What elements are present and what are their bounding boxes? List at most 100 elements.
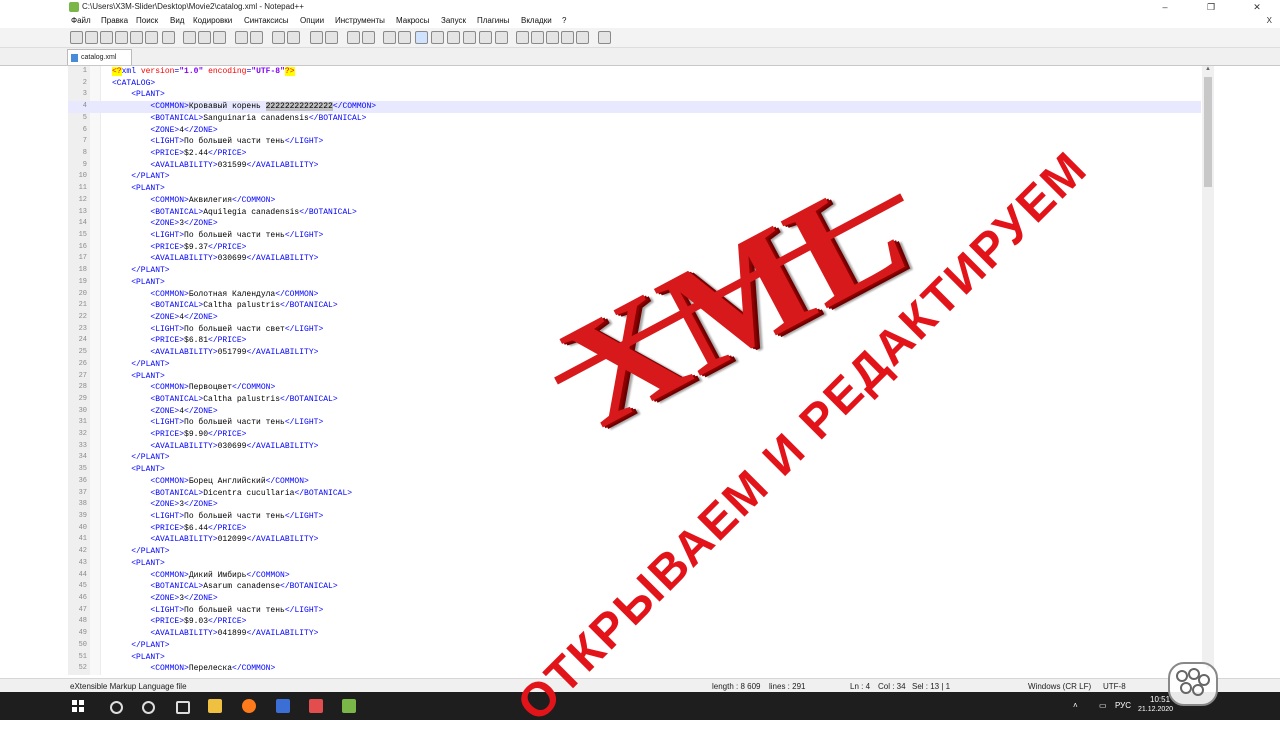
code-line[interactable]: 31 <LIGHT>По большей части тень</LIGHT>	[68, 417, 1201, 429]
menu-search[interactable]: Поиск	[136, 16, 158, 25]
copy-icon[interactable]	[198, 31, 211, 44]
menu-options[interactable]: Опции	[300, 16, 324, 25]
code-line[interactable]: 17 <AVAILABILITY>030699</AVAILABILITY>	[68, 253, 1201, 265]
indent-guide-icon[interactable]	[415, 31, 428, 44]
status-eol[interactable]: Windows (CR LF)	[1028, 682, 1091, 691]
menu-macros[interactable]: Макросы	[396, 16, 429, 25]
sync-horizontal-icon[interactable]	[362, 31, 375, 44]
code-line[interactable]: 48 <PRICE>$9.03</PRICE>	[68, 616, 1201, 628]
status-encoding[interactable]: UTF-8	[1103, 682, 1126, 691]
maximize-button[interactable]: ❐	[1188, 0, 1234, 14]
abc-spellcheck-icon[interactable]	[598, 31, 611, 44]
code-line[interactable]: 36 <COMMON>Борец Английский</COMMON>	[68, 476, 1201, 488]
search-icon[interactable]	[110, 701, 123, 714]
menu-tabs[interactable]: Вкладки	[521, 16, 552, 25]
open-file-icon[interactable]	[85, 31, 98, 44]
play-macro-icon[interactable]	[546, 31, 559, 44]
doc-map-icon[interactable]	[447, 31, 460, 44]
zoom-in-icon[interactable]	[310, 31, 323, 44]
code-line[interactable]: 4 <COMMON>Кровавый корень 22222222222222…	[68, 101, 1201, 113]
clock-time[interactable]: 10:51	[1150, 695, 1170, 704]
scrollbar-thumb[interactable]	[1204, 77, 1212, 187]
code-line[interactable]: 47 <LIGHT>По большей части тень</LIGHT>	[68, 605, 1201, 617]
code-line[interactable]: 12 <COMMON>Аквилегия</COMMON>	[68, 195, 1201, 207]
save-icon[interactable]	[100, 31, 113, 44]
code-line[interactable]: 25 <AVAILABILITY>051799</AVAILABILITY>	[68, 347, 1201, 359]
code-line[interactable]: 33 <AVAILABILITY>030699</AVAILABILITY>	[68, 441, 1201, 453]
code-line[interactable]: 7 <LIGHT>По большей части тень</LIGHT>	[68, 136, 1201, 148]
menu-plugins[interactable]: Плагины	[477, 16, 509, 25]
code-line[interactable]: 6 <ZONE>4</ZONE>	[68, 125, 1201, 137]
menu-help[interactable]: ?	[562, 16, 566, 25]
code-line[interactable]: 26 </PLANT>	[68, 359, 1201, 371]
undo-icon[interactable]	[235, 31, 248, 44]
code-line[interactable]: 38 <ZONE>3</ZONE>	[68, 499, 1201, 511]
firefox-icon[interactable]	[242, 699, 256, 713]
windows-start-icon[interactable]	[72, 700, 84, 712]
code-line[interactable]: 44 <COMMON>Дикий Имбирь</COMMON>	[68, 570, 1201, 582]
udl-icon[interactable]	[431, 31, 444, 44]
task-view-icon[interactable]	[176, 701, 190, 714]
code-line[interactable]: 15 <LIGHT>По большей части тень</LIGHT>	[68, 230, 1201, 242]
menu-file[interactable]: Файл	[71, 16, 91, 25]
menu-tools[interactable]: Инструменты	[335, 16, 385, 25]
close-all-icon[interactable]	[145, 31, 158, 44]
tray-network-icon[interactable]: ▭	[1099, 701, 1107, 710]
recorder-app-icon[interactable]	[309, 699, 323, 713]
close-document-button[interactable]: X	[1267, 16, 1272, 25]
code-line[interactable]: 50 </PLANT>	[68, 640, 1201, 652]
code-line[interactable]: 43 <PLANT>	[68, 558, 1201, 570]
cortana-icon[interactable]	[142, 701, 155, 714]
code-line[interactable]: 23 <LIGHT>По большей части свет</LIGHT>	[68, 324, 1201, 336]
code-line[interactable]: 18 </PLANT>	[68, 265, 1201, 277]
menu-encoding[interactable]: Кодировки	[193, 16, 232, 25]
code-line[interactable]: 22 <ZONE>4</ZONE>	[68, 312, 1201, 324]
code-line[interactable]: 5 <BOTANICAL>Sanguinaria canadensis</BOT…	[68, 113, 1201, 125]
code-line[interactable]: 27 <PLANT>	[68, 371, 1201, 383]
code-line[interactable]: 45 <BOTANICAL>Asarum canadense</BOTANICA…	[68, 581, 1201, 593]
code-line[interactable]: 8 <PRICE>$2.44</PRICE>	[68, 148, 1201, 160]
code-line[interactable]: 2 <CATALOG>	[68, 78, 1201, 90]
sync-vertical-icon[interactable]	[347, 31, 360, 44]
zoom-out-icon[interactable]	[325, 31, 338, 44]
save-all-icon[interactable]	[115, 31, 128, 44]
code-line[interactable]: 40 <PRICE>$6.44</PRICE>	[68, 523, 1201, 535]
paste-icon[interactable]	[213, 31, 226, 44]
code-line[interactable]: 41 <AVAILABILITY>012099</AVAILABILITY>	[68, 534, 1201, 546]
code-line[interactable]: 9 <AVAILABILITY>031599</AVAILABILITY>	[68, 160, 1201, 172]
code-line[interactable]: 16 <PRICE>$9.37</PRICE>	[68, 242, 1201, 254]
code-line[interactable]: 19 <PLANT>	[68, 277, 1201, 289]
word-wrap-icon[interactable]	[383, 31, 396, 44]
code-line[interactable]: 1 <?xml version="1.0" encoding="UTF-8"?>	[68, 66, 1201, 78]
code-line[interactable]: 20 <COMMON>Болотная Календула</COMMON>	[68, 289, 1201, 301]
minimize-button[interactable]: –	[1142, 0, 1188, 14]
menu-run[interactable]: Запуск	[441, 16, 466, 25]
close-button[interactable]: ✕	[1234, 0, 1280, 14]
replace-icon[interactable]	[287, 31, 300, 44]
code-line[interactable]: 21 <BOTANICAL>Caltha palustris</BOTANICA…	[68, 300, 1201, 312]
code-line[interactable]: 42 </PLANT>	[68, 546, 1201, 558]
code-line[interactable]: 37 <BOTANICAL>Dicentra cucullaria</BOTAN…	[68, 488, 1201, 500]
code-line[interactable]: 11 <PLANT>	[68, 183, 1201, 195]
code-line[interactable]: 3 <PLANT>	[68, 89, 1201, 101]
clock-date[interactable]: 21.12.2020	[1138, 706, 1173, 713]
code-line[interactable]: 24 <PRICE>$6.81</PRICE>	[68, 335, 1201, 347]
save-app-icon[interactable]	[276, 699, 290, 713]
function-list-icon[interactable]	[463, 31, 476, 44]
language-indicator[interactable]: РУС	[1115, 701, 1131, 710]
tray-up-arrow-icon[interactable]: ˄	[1073, 701, 1078, 710]
print-icon[interactable]	[162, 31, 175, 44]
cut-icon[interactable]	[183, 31, 196, 44]
file-explorer-icon[interactable]	[208, 699, 222, 713]
code-editor[interactable]: 1 <?xml version="1.0" encoding="UTF-8"?> 2…	[68, 66, 1201, 675]
tab-catalog-xml[interactable]: catalog.xml	[67, 49, 132, 65]
redo-icon[interactable]	[250, 31, 263, 44]
find-icon[interactable]	[272, 31, 285, 44]
code-line[interactable]: 10 </PLANT>	[68, 171, 1201, 183]
notepad-taskbar-icon[interactable]	[342, 699, 356, 713]
code-line[interactable]: 32 <PRICE>$9.90</PRICE>	[68, 429, 1201, 441]
menu-view[interactable]: Вид	[170, 16, 184, 25]
menu-syntax[interactable]: Синтаксисы	[244, 16, 289, 25]
stop-macro-icon[interactable]	[531, 31, 544, 44]
close-file-icon[interactable]	[130, 31, 143, 44]
